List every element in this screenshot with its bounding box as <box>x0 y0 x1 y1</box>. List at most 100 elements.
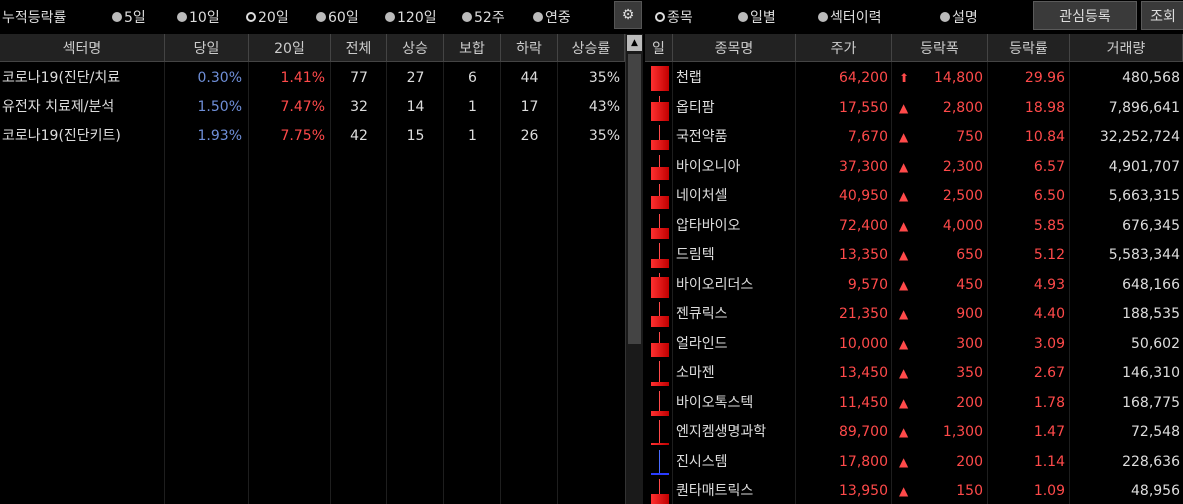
stock-row[interactable]: 네이처셀 40,950 ▲ 2,500 6.50 5,663,315 <box>645 182 1183 212</box>
radio-stocks[interactable]: 종목 <box>655 7 693 27</box>
stock-name: 네이처셀 <box>676 188 728 204</box>
radio-20day[interactable]: 20일 <box>246 7 289 27</box>
cumulative-rate-label: 누적등락률 <box>2 10 67 26</box>
mini-candle-icon <box>647 300 672 329</box>
stock-change: 350 <box>956 365 983 381</box>
stock-volume: 228,636 <box>1122 453 1180 470</box>
stock-volume: 146,310 <box>1122 365 1180 381</box>
stock-row[interactable]: 국전약품 7,670 ▲ 750 10.84 32,252,724 <box>645 123 1183 153</box>
sector-flat: 1 <box>468 128 477 144</box>
up-arrow-icon: ▲ <box>899 218 909 233</box>
mini-candle-icon <box>647 94 672 123</box>
stock-price: 13,350 <box>839 247 888 263</box>
sector-down: 44 <box>520 70 539 86</box>
up-arrow-icon: ▲ <box>899 159 909 174</box>
stock-name: 천랩 <box>676 70 702 86</box>
stock-volume: 7,896,641 <box>1108 99 1180 116</box>
query-button[interactable]: 조회 <box>1141 1 1183 30</box>
stock-name: 소마젠 <box>676 365 715 381</box>
radio-60day[interactable]: 60일 <box>316 7 359 27</box>
stock-row[interactable]: 옵티팜 17,550 ▲ 2,800 18.98 7,896,641 <box>645 94 1183 124</box>
header-flat[interactable]: 보합 <box>444 34 501 62</box>
sector-down: 17 <box>520 99 539 115</box>
stock-row[interactable]: 바이오톡스텍 11,450 ▲ 200 1.78 168,775 <box>645 389 1183 419</box>
scroll-up-arrow-icon[interactable]: ▲ <box>627 35 642 51</box>
header-stock-name[interactable]: 종목명 <box>673 34 796 62</box>
stock-name: 바이오톡스텍 <box>676 394 754 411</box>
header-total[interactable]: 전체 <box>331 34 387 62</box>
header-20day[interactable]: 20일 <box>249 34 331 62</box>
stock-change: 650 <box>956 247 983 263</box>
stock-row[interactable]: 바이오니아 37,300 ▲ 2,300 6.57 4,901,707 <box>645 153 1183 183</box>
stock-volume: 72,548 <box>1131 424 1180 440</box>
stock-volume: 32,252,724 <box>1099 129 1180 145</box>
sector-up-rate: 35% <box>588 70 620 86</box>
radio-dot-icon <box>818 12 828 22</box>
radio-ytd[interactable]: 연중 <box>533 7 571 27</box>
stock-row[interactable]: 바이오리더스 9,570 ▲ 450 4.93 648,166 <box>645 271 1183 301</box>
sector-today: 0.30% <box>197 70 242 86</box>
header-price[interactable]: 주가 <box>796 34 892 62</box>
up-arrow-icon: ▲ <box>899 336 909 351</box>
stock-change-rate: 5.12 <box>1033 247 1065 263</box>
settings-button[interactable]: ⚙ <box>614 1 642 29</box>
sector-up-rate: 35% <box>588 128 620 144</box>
stock-row[interactable]: 젠큐릭스 21,350 ▲ 900 4.40 188,535 <box>645 300 1183 330</box>
stock-row[interactable]: 얼라인드 10,000 ▲ 300 3.09 50,602 <box>645 330 1183 360</box>
stock-change-rate: 6.57 <box>1033 158 1065 175</box>
stock-price: 13,950 <box>839 483 888 499</box>
sector-down: 26 <box>520 128 539 144</box>
stock-price: 13,450 <box>839 365 888 381</box>
sector-20day: 1.41% <box>280 70 325 86</box>
sector-up: 27 <box>406 70 425 86</box>
add-watchlist-button[interactable]: 관심등록 <box>1033 1 1137 30</box>
sector-row[interactable]: 유전자 치료제/분석 1.50% 7.47% 32 14 1 17 43% <box>0 93 625 122</box>
header-volume[interactable]: 거래량 <box>1070 34 1183 62</box>
sector-row[interactable]: 코로나19(진단/치료 0.30% 1.41% 77 27 6 44 35% <box>0 64 625 93</box>
stock-row[interactable]: 소마젠 13,450 ▲ 350 2.67 146,310 <box>645 359 1183 389</box>
header-up-rate[interactable]: 상승률 <box>558 34 625 62</box>
radio-120day[interactable]: 120일 <box>385 7 437 27</box>
radio-52week[interactable]: 52주 <box>462 7 505 27</box>
up-arrow-icon: ▲ <box>899 454 909 469</box>
stock-volume: 5,663,315 <box>1108 188 1180 204</box>
vertical-scrollbar[interactable]: ▲ <box>625 34 643 504</box>
sector-up: 14 <box>406 99 425 115</box>
radio-sector-history[interactable]: 섹터이력 <box>818 7 882 27</box>
up-arrow-icon: ▲ <box>899 366 909 380</box>
header-sector-name[interactable]: 섹터명 <box>0 34 165 62</box>
header-today[interactable]: 당일 <box>165 34 249 62</box>
sector-name: 코로나19(진단/치료 <box>2 70 121 86</box>
stock-volume: 648,166 <box>1122 276 1180 293</box>
sector-row[interactable]: 코로나19(진단키트) 1.93% 7.75% 42 15 1 26 35% <box>0 122 625 151</box>
stock-row[interactable]: 진시스템 17,800 ▲ 200 1.14 228,636 <box>645 448 1183 478</box>
stock-row[interactable]: 퀀타매트릭스 13,950 ▲ 150 1.09 48,956 <box>645 477 1183 504</box>
stock-name: 옵티팜 <box>676 99 715 116</box>
scroll-thumb[interactable] <box>628 54 641 344</box>
stock-name: 바이오리더스 <box>676 276 754 293</box>
mini-candle-icon <box>647 448 672 477</box>
header-change-rate[interactable]: 등락률 <box>988 34 1070 62</box>
header-down[interactable]: 하락 <box>501 34 558 62</box>
mini-candle-icon <box>647 271 672 300</box>
header-change[interactable]: 등락폭 <box>892 34 988 62</box>
stock-change: 2,300 <box>942 158 983 175</box>
radio-daily[interactable]: 일별 <box>738 7 776 27</box>
stock-change-rate: 4.40 <box>1033 306 1065 322</box>
stock-change: 2,500 <box>942 188 983 204</box>
radio-5day[interactable]: 5일 <box>112 7 146 27</box>
header-up[interactable]: 상승 <box>387 34 444 62</box>
stock-row[interactable]: 엔지켐생명과학 89,700 ▲ 1,300 1.47 72,548 <box>645 418 1183 448</box>
stock-price: 64,200 <box>839 70 888 86</box>
sector-flat: 6 <box>468 70 477 86</box>
stock-name: 국전약품 <box>676 129 728 145</box>
radio-10day[interactable]: 10일 <box>177 7 220 27</box>
stock-row[interactable]: 압타바이오 72,400 ▲ 4,000 5.85 676,345 <box>645 212 1183 242</box>
mini-candle-icon <box>647 123 672 152</box>
header-day[interactable]: 일 <box>645 34 673 62</box>
stock-volume: 188,535 <box>1122 306 1180 322</box>
radio-description[interactable]: 설명 <box>940 7 978 27</box>
stock-row[interactable]: 드림텍 13,350 ▲ 650 5.12 5,583,344 <box>645 241 1183 271</box>
stock-name: 젠큐릭스 <box>676 306 728 322</box>
stock-row[interactable]: 천랩 64,200 ⬆ 14,800 29.96 480,568 <box>645 64 1183 94</box>
